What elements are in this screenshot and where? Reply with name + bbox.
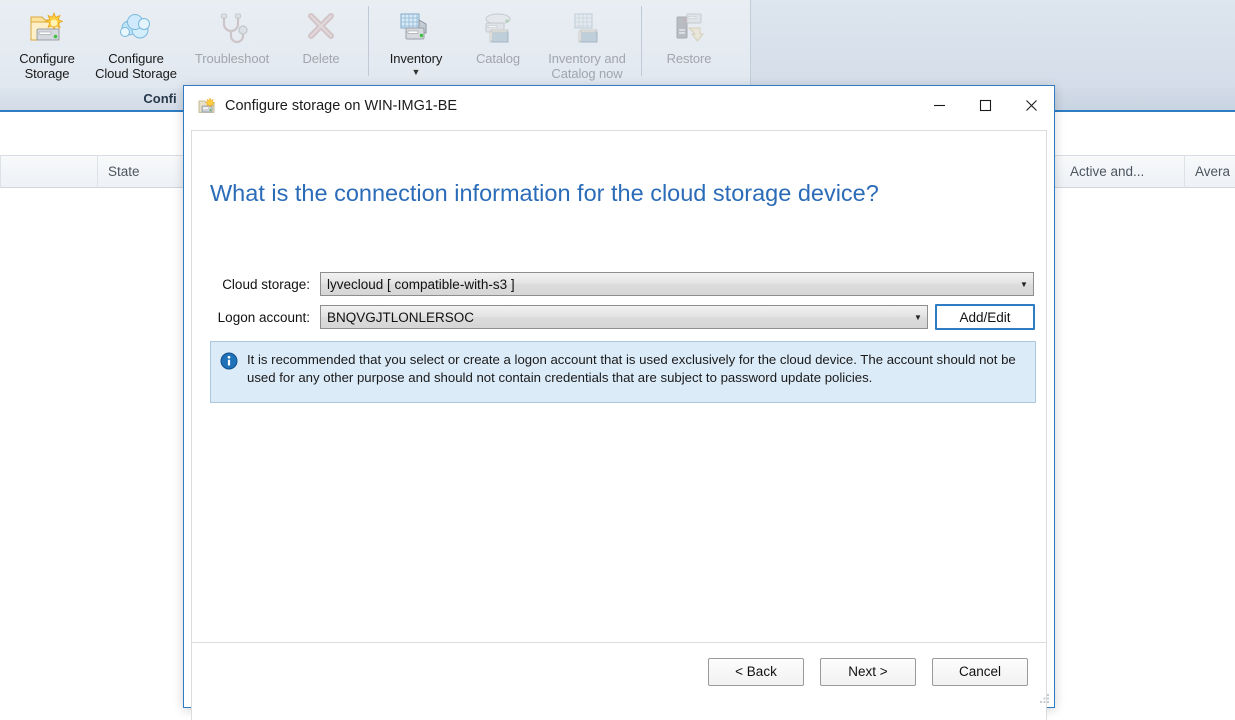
back-button[interactable]: < Back <box>708 658 804 686</box>
stethoscope-icon <box>211 10 253 48</box>
inventory-and-catalog-icon <box>566 10 608 48</box>
logon-account-label: Logon account: <box>210 310 320 325</box>
close-icon <box>1025 99 1038 112</box>
ribbon-group-inventory: Inventory ▼ <box>369 0 641 88</box>
logon-account-row: Logon account: BNQVGJTLONLERSOC ▼ Add/Ed… <box>210 304 1036 330</box>
ribbon-button-label: Catalog <box>476 51 520 66</box>
connection-form: Cloud storage: lyvecloud [ compatible-wi… <box>210 272 1036 338</box>
ribbon-group-restore: Restore <box>642 0 736 88</box>
ribbon-empty-area <box>750 0 1235 88</box>
dialog-titlebar[interactable]: Configure storage on WIN-IMG1-BE <box>184 86 1054 125</box>
catalog-icon <box>477 10 519 48</box>
cloud-storage-value: lyvecloud [ compatible-with-s3 ] <box>321 277 1015 292</box>
ribbon-button-restore[interactable]: Restore <box>648 4 730 82</box>
add-edit-button[interactable]: Add/Edit <box>935 304 1035 330</box>
ribbon-button-configure-cloud-storage[interactable]: ConfigureCloud Storage <box>88 4 184 82</box>
recommendation-info-box: It is recommended that you select or cre… <box>210 341 1036 403</box>
application-window: ConfigureStorage ConfigureCloud Storage <box>0 0 1235 720</box>
logon-account-value: BNQVGJTLONLERSOC <box>321 310 909 325</box>
ribbon-button-label: Restore <box>667 51 712 66</box>
ribbon-button-label: Inventory <box>390 51 443 66</box>
table-column-header-average[interactable]: Avera <box>1185 156 1235 188</box>
configure-storage-icon <box>26 10 68 48</box>
minimize-icon <box>933 99 946 112</box>
ribbon-button-label: Delete <box>303 51 340 66</box>
dialog-heading: What is the connection information for t… <box>210 180 879 207</box>
ribbon-button-label: ConfigureCloud Storage <box>95 51 177 81</box>
chevron-down-icon[interactable]: ▼ <box>412 68 421 77</box>
dialog-content-panel: What is the connection information for t… <box>191 130 1047 720</box>
cloud-storage-row: Cloud storage: lyvecloud [ compatible-wi… <box>210 272 1036 296</box>
configure-storage-dialog: Configure storage on WIN-IMG1-BE <box>183 85 1055 708</box>
next-button[interactable]: Next > <box>820 658 916 686</box>
dialog-title-text: Configure storage on WIN-IMG1-BE <box>225 98 457 114</box>
dialog-footer: < Back Next > Cancel <box>191 642 1047 700</box>
table-column-header-active-and[interactable]: Active and... <box>1060 156 1185 188</box>
resize-grip[interactable] <box>1036 690 1050 704</box>
chevron-down-icon: ▼ <box>909 313 927 322</box>
ribbon-button-label: Inventory andCatalog now <box>548 51 625 81</box>
ribbon-group-configure: ConfigureStorage ConfigureCloud Storage <box>0 0 368 88</box>
delete-x-icon <box>300 10 342 48</box>
cloud-storage-label: Cloud storage: <box>210 277 320 292</box>
cancel-button[interactable]: Cancel <box>932 658 1028 686</box>
ribbon-button-label: ConfigureStorage <box>19 51 74 81</box>
cloud-storage-select[interactable]: lyvecloud [ compatible-with-s3 ] ▼ <box>320 272 1034 296</box>
ribbon-button-configure-storage[interactable]: ConfigureStorage <box>6 4 88 82</box>
maximize-icon <box>979 99 992 112</box>
ribbon-button-delete[interactable]: Delete <box>280 4 362 82</box>
info-icon <box>220 352 238 370</box>
logon-account-select[interactable]: BNQVGJTLONLERSOC ▼ <box>320 305 928 329</box>
table-column-header-blank[interactable] <box>0 156 98 188</box>
inventory-icon <box>395 10 437 48</box>
restore-icon <box>668 10 710 48</box>
configure-cloud-storage-icon <box>115 10 157 48</box>
ribbon-button-troubleshoot[interactable]: Troubleshoot <box>184 4 280 82</box>
recommendation-info-text: It is recommended that you select or cre… <box>247 351 1025 392</box>
ribbon-button-label: Troubleshoot <box>195 51 269 66</box>
configure-storage-window-icon <box>198 97 216 115</box>
chevron-down-icon: ▼ <box>1015 280 1033 289</box>
ribbon-button-strip: ConfigureStorage ConfigureCloud Storage <box>0 0 750 88</box>
window-controls <box>916 86 1054 125</box>
close-button[interactable] <box>1008 86 1054 125</box>
ribbon-button-catalog[interactable]: Catalog <box>457 4 539 82</box>
ribbon-button-inventory-and-catalog-now[interactable]: Inventory andCatalog now <box>539 4 635 82</box>
ribbon-button-inventory[interactable]: Inventory ▼ <box>375 4 457 82</box>
maximize-button[interactable] <box>962 86 1008 125</box>
minimize-button[interactable] <box>916 86 962 125</box>
